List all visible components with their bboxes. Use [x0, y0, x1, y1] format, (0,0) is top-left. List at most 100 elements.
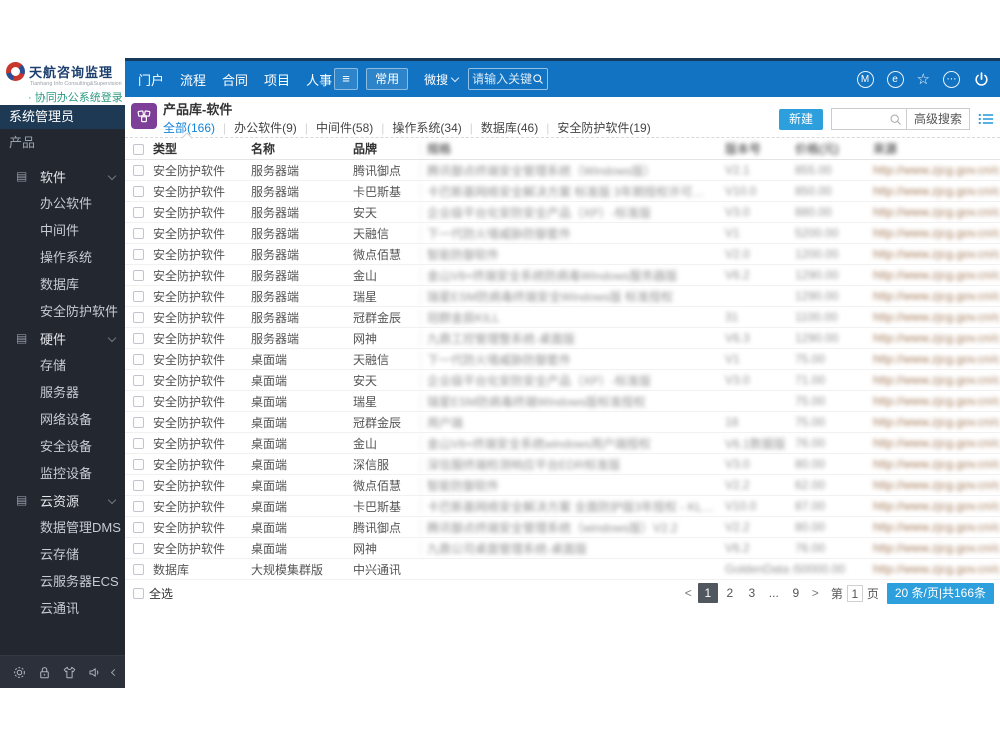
table-row[interactable]: 安全防护软件 服务器端 瑞星 瑞星ESM防病毒终端安全Windows版 标准授权…: [125, 286, 1000, 307]
new-button[interactable]: 新建: [778, 108, 823, 130]
page-number-button[interactable]: 9: [786, 583, 806, 603]
row-checkbox[interactable]: [133, 396, 144, 408]
prev-page-button[interactable]: <: [681, 586, 696, 600]
row-checkbox[interactable]: [133, 501, 144, 513]
wsearch-label[interactable]: 微搜: [424, 71, 448, 88]
page-size-badge[interactable]: 20 条/页|共166条: [886, 582, 994, 604]
table-row[interactable]: 安全防护软件 服务器端 金山 金山V8+终端安全系统防病毒Windows服务器版…: [125, 265, 1000, 286]
sidebar-item-product[interactable]: 产品: [0, 129, 125, 157]
nav-menu-button[interactable]: ≡: [334, 68, 359, 90]
page-number-button[interactable]: 3: [742, 583, 762, 603]
table-row[interactable]: 安全防护软件 桌面端 深信服 深信服终端检测响应平台EDR标准版 V3.0 80…: [125, 454, 1000, 475]
table-row[interactable]: 安全防护软件 服务器端 冠群金辰 冠群金辰KILL 31 1100.00 htt…: [125, 307, 1000, 328]
sidebar-item[interactable]: 安全防护软件: [0, 298, 125, 325]
star-icon[interactable]: ☆: [917, 71, 930, 88]
row-checkbox[interactable]: [133, 354, 144, 366]
row-checkbox[interactable]: [133, 186, 144, 198]
nav-item[interactable]: 项目: [264, 70, 290, 89]
table-row[interactable]: 安全防护软件 桌面端 卡巴斯基 卡巴斯基网络安全解决方案 全面防护版3年授权 -…: [125, 496, 1000, 517]
search-icon[interactable]: [889, 113, 902, 126]
sidebar-item[interactable]: 安全设备: [0, 433, 125, 460]
table-row[interactable]: 安全防护软件 桌面端 瑞星 瑞星ESM防病毒终端Windows版标准授权 75.…: [125, 391, 1000, 412]
table-row[interactable]: 安全防护软件 桌面端 网神 九鼎公司桌面管理系统-桌面版 V6.2 76.00 …: [125, 538, 1000, 559]
m-badge-icon[interactable]: M: [856, 70, 874, 88]
table-row[interactable]: 安全防护软件 服务器端 安天 企业级平台化安防安全产品（XP）-标准版 V3.0…: [125, 202, 1000, 223]
oa-login-link[interactable]: · 协同办公系统登录: [28, 89, 125, 105]
row-checkbox[interactable]: [133, 438, 144, 450]
sidebar-item[interactable]: 办公软件: [0, 190, 125, 217]
sidebar-item[interactable]: 存储: [0, 352, 125, 379]
table-row[interactable]: 安全防护软件 服务器端 腾讯御点 腾讯御点终端安全管理系统（Windows版） …: [125, 160, 1000, 181]
row-checkbox[interactable]: [133, 228, 144, 240]
page-number-button[interactable]: 2: [720, 583, 740, 603]
row-checkbox[interactable]: [133, 165, 144, 177]
table-row[interactable]: 安全防护软件 服务器端 微点佰慧 智能防御软件 V2.0 1200.00 htt…: [125, 244, 1000, 265]
select-all-checkbox[interactable]: [133, 587, 144, 599]
row-checkbox[interactable]: [133, 480, 144, 492]
table-row[interactable]: 数据库 大规模集群版 中兴通讯 GoldenData s… 50000.00 h…: [125, 559, 1000, 580]
power-icon[interactable]: [973, 71, 990, 88]
table-row[interactable]: 安全防护软件 服务器端 卡巴斯基 卡巴斯基网络安全解决方案 标准版 3年期授权许…: [125, 181, 1000, 202]
sidebar-item[interactable]: 云通讯: [0, 595, 125, 622]
table-row[interactable]: 安全防护软件 桌面端 金山 金山V8+终端安全系统windows用户端授权 V6…: [125, 433, 1000, 454]
search-icon[interactable]: [532, 73, 544, 85]
table-row[interactable]: 安全防护软件 桌面端 安天 企业级平台化安防安全产品（XP）-标准版 V3.0 …: [125, 370, 1000, 391]
nav-item[interactable]: 人事: [306, 70, 332, 89]
page-number-button[interactable]: 1: [697, 583, 718, 603]
sidebar-group-header[interactable]: ▤ 软件: [0, 163, 125, 190]
sidebar-item[interactable]: 中间件: [0, 217, 125, 244]
sidebar-group-header[interactable]: ▤ 云资源: [0, 487, 125, 514]
sound-icon[interactable]: [87, 665, 102, 680]
table-row[interactable]: 安全防护软件 服务器端 天融信 下一代防火墙威胁防御套件 V1 5200.00 …: [125, 223, 1000, 244]
message-icon[interactable]: e: [886, 70, 904, 88]
advanced-search-button[interactable]: 高级搜索: [905, 108, 970, 130]
row-checkbox[interactable]: [133, 291, 144, 303]
chevron-down-icon[interactable]: [450, 73, 460, 82]
sidebar-item[interactable]: 监控设备: [0, 460, 125, 487]
theme-shirt-icon[interactable]: [62, 665, 77, 680]
nav-pinned-button[interactable]: 常用: [366, 68, 409, 90]
row-checkbox[interactable]: [133, 417, 144, 429]
header-select-checkbox[interactable]: [133, 143, 144, 155]
row-checkbox[interactable]: [133, 207, 144, 219]
sidebar-item[interactable]: 云存储: [0, 541, 125, 568]
category-tab[interactable]: 办公软件(9): [234, 119, 297, 136]
row-checkbox[interactable]: [133, 312, 144, 324]
more-icon[interactable]: ⋯: [943, 70, 960, 88]
row-checkbox[interactable]: [133, 522, 144, 534]
sidebar-item[interactable]: 操作系统: [0, 244, 125, 271]
table-row[interactable]: 安全防护软件 桌面端 天融信 下一代防火墙威胁防御套件 V1 75.00 htt…: [125, 349, 1000, 370]
row-checkbox[interactable]: [133, 459, 144, 471]
sidebar-item[interactable]: 数据库: [0, 271, 125, 298]
gear-icon[interactable]: [12, 665, 27, 680]
sidebar-group-header[interactable]: ▤ 硬件: [0, 325, 125, 352]
page-jump-input[interactable]: 1: [846, 584, 863, 602]
table-search-input[interactable]: [830, 108, 889, 130]
row-checkbox[interactable]: [133, 564, 144, 576]
row-checkbox[interactable]: [133, 333, 144, 345]
sidebar-item[interactable]: 云服务器ECS: [0, 568, 125, 595]
row-checkbox[interactable]: [133, 543, 144, 555]
sidebar-item[interactable]: 数据管理DMS: [0, 514, 125, 541]
page-number-button[interactable]: ...: [764, 583, 784, 603]
table-row[interactable]: 安全防护软件 桌面端 腾讯御点 腾讯御点终端安全管理系统（windows版）V2…: [125, 517, 1000, 538]
collapse-sidebar-icon[interactable]: [110, 668, 119, 676]
sidebar-item[interactable]: 网络设备: [0, 406, 125, 433]
category-tab[interactable]: 操作系统(34): [392, 119, 461, 136]
nav-item[interactable]: 门户: [138, 70, 164, 89]
list-view-icon[interactable]: [978, 112, 994, 126]
keyword-search-input[interactable]: [472, 72, 533, 86]
table-row[interactable]: 安全防护软件 桌面端 冠群金辰 用户端 18 75.00 http://www.…: [125, 412, 1000, 433]
category-tab[interactable]: 中间件(58): [316, 119, 373, 136]
row-checkbox[interactable]: [133, 375, 144, 387]
sidebar-item[interactable]: 服务器: [0, 379, 125, 406]
table-row[interactable]: 安全防护软件 桌面端 微点佰慧 智能防御软件 V2.2 62.00 http:/…: [125, 475, 1000, 496]
row-checkbox[interactable]: [133, 249, 144, 261]
table-row[interactable]: 安全防护软件 服务器端 网神 九鼎工控管理整系统-桌面版 V6.3 1290.0…: [125, 328, 1000, 349]
lock-icon[interactable]: [37, 665, 52, 680]
nav-item[interactable]: 合同: [222, 70, 248, 89]
nav-item[interactable]: 流程: [180, 70, 206, 89]
row-checkbox[interactable]: [133, 270, 144, 282]
category-tab[interactable]: 安全防护软件(19): [557, 119, 650, 136]
category-tab[interactable]: 数据库(46): [481, 119, 538, 136]
